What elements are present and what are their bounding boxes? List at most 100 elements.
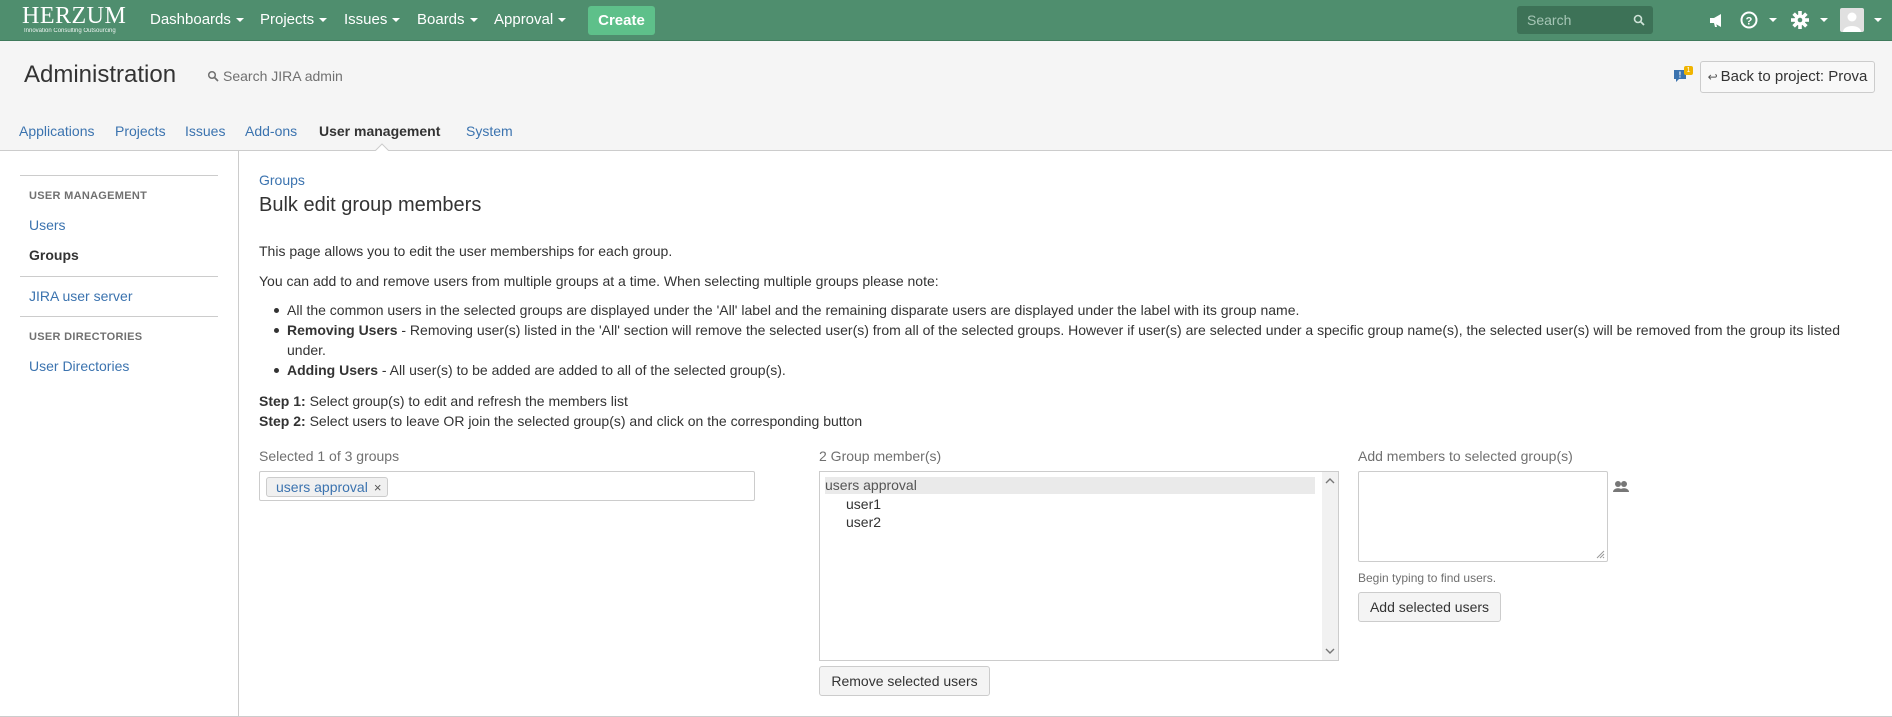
step-description: Select users to leave OR join the select… — [305, 413, 863, 429]
selected-group-name: users approval — [276, 479, 368, 495]
chevron-down-icon — [392, 18, 401, 23]
svg-text:?: ? — [1746, 16, 1753, 28]
user-profile-menu[interactable] — [1840, 8, 1882, 32]
note-text: You can add to and remove users from mul… — [259, 273, 939, 289]
page-title: Administration — [24, 61, 177, 88]
member-option[interactable]: user2 — [846, 514, 881, 530]
breadcrumb-groups[interactable]: Groups — [259, 172, 305, 188]
admin-search-trigger[interactable]: Search JIRA admin — [207, 68, 343, 84]
nav-projects-label: Projects — [260, 11, 315, 28]
help-icon: ? — [1740, 11, 1758, 29]
selected-group-chip[interactable]: users approval × — [266, 477, 389, 497]
sidebar-section-user-management: USER MANAGEMENT — [29, 190, 148, 202]
admin-notifications[interactable]: ! 1 — [1672, 66, 1694, 86]
svg-text:!: ! — [1679, 71, 1682, 80]
members-scrollbar[interactable] — [1322, 472, 1338, 660]
member-option[interactable]: user1 — [846, 496, 881, 512]
step-description: Select group(s) to edit and refresh the … — [305, 393, 628, 409]
add-members-label: Add members to selected group(s) — [1358, 448, 1573, 464]
back-arrow-icon: ↩ — [1707, 70, 1718, 84]
logo-text: HERZUM — [22, 3, 127, 29]
tab-issues[interactable]: Issues — [185, 111, 225, 151]
sidebar-section-user-directories: USER DIRECTORIES — [29, 331, 143, 343]
tab-add-ons[interactable]: Add-ons — [245, 111, 297, 151]
logo-tagline: Innovation Consulting Outsourcing — [24, 28, 116, 34]
nav-projects-menu[interactable]: Projects — [260, 0, 328, 40]
intro-text: This page allows you to edit the user me… — [259, 243, 673, 259]
sidebar-item-users[interactable]: Users — [29, 217, 66, 233]
search-icon — [207, 70, 219, 82]
create-button[interactable]: Create — [588, 6, 655, 35]
add-members-textarea[interactable] — [1358, 471, 1608, 562]
sidebar-item-jira-user-server[interactable]: JIRA user server — [29, 288, 132, 304]
note-bullet: Removing Users - Removing user(s) listed… — [274, 320, 1847, 360]
scroll-up-icon[interactable] — [1325, 477, 1335, 485]
user-picker-icon[interactable] — [1612, 479, 1630, 493]
chevron-down-icon — [235, 18, 244, 23]
group-picker-input[interactable]: users approval × — [259, 471, 755, 501]
admin-sidebar: USER MANAGEMENT Users Groups JIRA user s… — [0, 151, 239, 717]
group-members-list[interactable]: users approval user1 user2 — [819, 471, 1339, 661]
user-avatar-icon — [1840, 8, 1864, 32]
sidebar-divider — [20, 276, 218, 277]
sidebar-item-groups[interactable]: Groups — [29, 247, 79, 263]
bullet-bold-label: Removing Users — [287, 322, 398, 338]
group-members-label: 2 Group member(s) — [819, 448, 942, 464]
groups-selected-label: Selected 1 of 3 groups — [259, 448, 400, 464]
back-to-project-label: Back to project: Prova — [1720, 68, 1868, 85]
herzum-logo[interactable]: HERZUM Innovation Consulting Outsourcing — [22, 4, 130, 34]
nav-dashboards-menu[interactable]: Dashboards — [150, 0, 244, 40]
bullet-text: All the common users in the selected gro… — [287, 302, 1300, 318]
nav-issues-label: Issues — [344, 11, 388, 28]
step-label: Step 1: — [259, 393, 306, 409]
bullet-bold-label: Adding Users — [287, 362, 379, 378]
chevron-down-icon — [469, 18, 478, 23]
chevron-down-icon — [1874, 18, 1882, 22]
chevron-down-icon — [558, 18, 567, 23]
admin-tabs: Applications Projects Issues Add-ons Use… — [0, 111, 1892, 151]
scroll-down-icon[interactable] — [1325, 647, 1335, 655]
page-heading: Bulk edit group members — [259, 194, 482, 216]
nav-boards-label: Boards — [417, 11, 465, 28]
resize-handle-icon[interactable] — [1596, 550, 1605, 559]
chevron-down-icon — [319, 18, 328, 23]
quick-search-input[interactable] — [1517, 6, 1637, 34]
sidebar-divider — [20, 316, 218, 317]
member-group-header[interactable]: users approval — [825, 477, 1315, 494]
top-navigation-bar: HERZUM Innovation Consulting Outsourcing… — [0, 0, 1892, 41]
tab-system[interactable]: System — [466, 111, 513, 151]
nav-approval-menu[interactable]: Approval — [494, 0, 567, 40]
notification-count-badge: 1 — [1686, 67, 1691, 74]
nav-boards-menu[interactable]: Boards — [417, 0, 478, 40]
back-to-project-button[interactable]: ↩ Back to project: Prova — [1700, 61, 1875, 93]
chevron-down-icon — [1769, 18, 1777, 22]
admin-header: Administration Search JIRA admin ! 1 ↩ Ba… — [0, 41, 1892, 111]
settings-gear-icon — [1791, 11, 1809, 29]
add-members-hint: Begin typing to find users. — [1358, 571, 1497, 585]
remove-selected-users-button[interactable]: Remove selected users — [819, 666, 990, 696]
tab-applications[interactable]: Applications — [19, 111, 95, 151]
settings-menu[interactable] — [1790, 8, 1828, 32]
step-label: Step 2: — [259, 413, 306, 429]
search-icon[interactable] — [1633, 14, 1645, 26]
help-menu[interactable]: ? — [1739, 8, 1777, 32]
nav-issues-menu[interactable]: Issues — [344, 0, 401, 40]
add-selected-users-button[interactable]: Add selected users — [1358, 592, 1501, 622]
nav-dashboards-label: Dashboards — [150, 11, 231, 28]
tab-projects[interactable]: Projects — [115, 111, 166, 151]
feedback-megaphone-icon[interactable] — [1706, 8, 1728, 32]
main-content: Groups Bulk edit group members This page… — [259, 151, 1869, 717]
note-bullet: Adding Users - All user(s) to be added a… — [274, 360, 1847, 380]
remove-chip-icon[interactable]: × — [374, 480, 382, 495]
quick-search — [1517, 6, 1653, 34]
sidebar-item-user-directories[interactable]: User Directories — [29, 358, 129, 374]
nav-approval-label: Approval — [494, 11, 554, 28]
sidebar-divider — [20, 175, 218, 176]
admin-search-placeholder: Search JIRA admin — [223, 68, 343, 84]
bullet-text: - Removing user(s) listed in the 'All' s… — [287, 322, 1840, 358]
step-2-text: Step 2: Select users to leave OR join th… — [259, 413, 862, 429]
note-bullet: All the common users in the selected gro… — [274, 300, 1847, 320]
step-1-text: Step 1: Select group(s) to edit and refr… — [259, 393, 628, 409]
bullet-text: - All user(s) to be added are added to a… — [378, 362, 786, 378]
chevron-down-icon — [1820, 18, 1828, 22]
